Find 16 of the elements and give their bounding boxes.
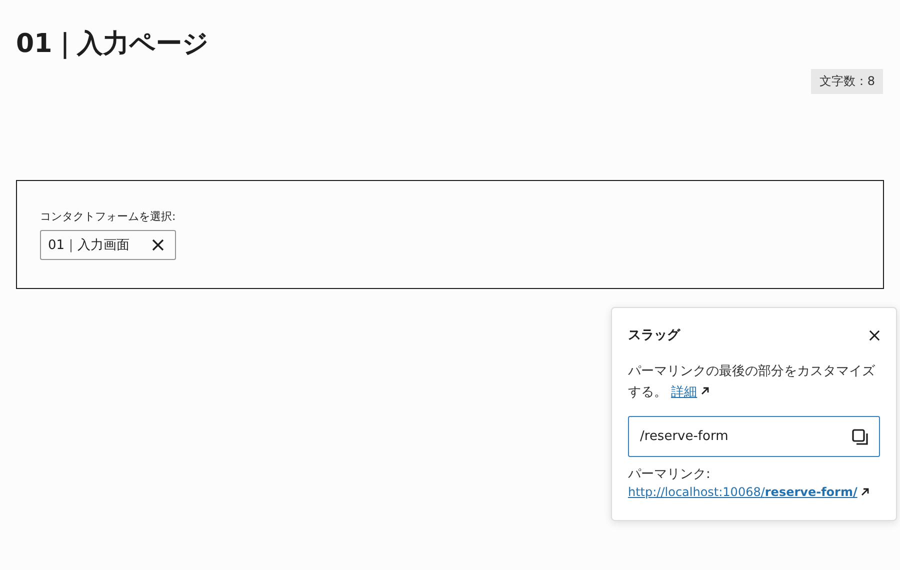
- popover-title: スラッグ: [628, 327, 680, 344]
- external-link-icon: [700, 386, 710, 396]
- selected-form-chip[interactable]: 01｜入力画面: [40, 230, 176, 260]
- character-count: 文字数：8: [811, 69, 883, 94]
- remove-icon[interactable]: [152, 239, 164, 251]
- copy-icon[interactable]: [851, 428, 869, 446]
- external-link-icon: [860, 487, 870, 497]
- details-link[interactable]: 詳細: [671, 385, 698, 400]
- chip-label: 01｜入力画面: [48, 237, 130, 254]
- page-title: 01｜入力ページ: [16, 28, 210, 61]
- permalink-label: パーマリンク:: [628, 466, 710, 483]
- close-icon[interactable]: [869, 330, 880, 340]
- field-label: コンタクトフォームを選択:: [40, 209, 176, 224]
- permalink-link[interactable]: http://localhost:10068/reserve-form/: [628, 485, 858, 499]
- slug-input[interactable]: /reserve-form: [628, 416, 880, 457]
- description-text: パーマリンクの最後の部分をカスタマイズする。 詳細: [628, 363, 876, 402]
